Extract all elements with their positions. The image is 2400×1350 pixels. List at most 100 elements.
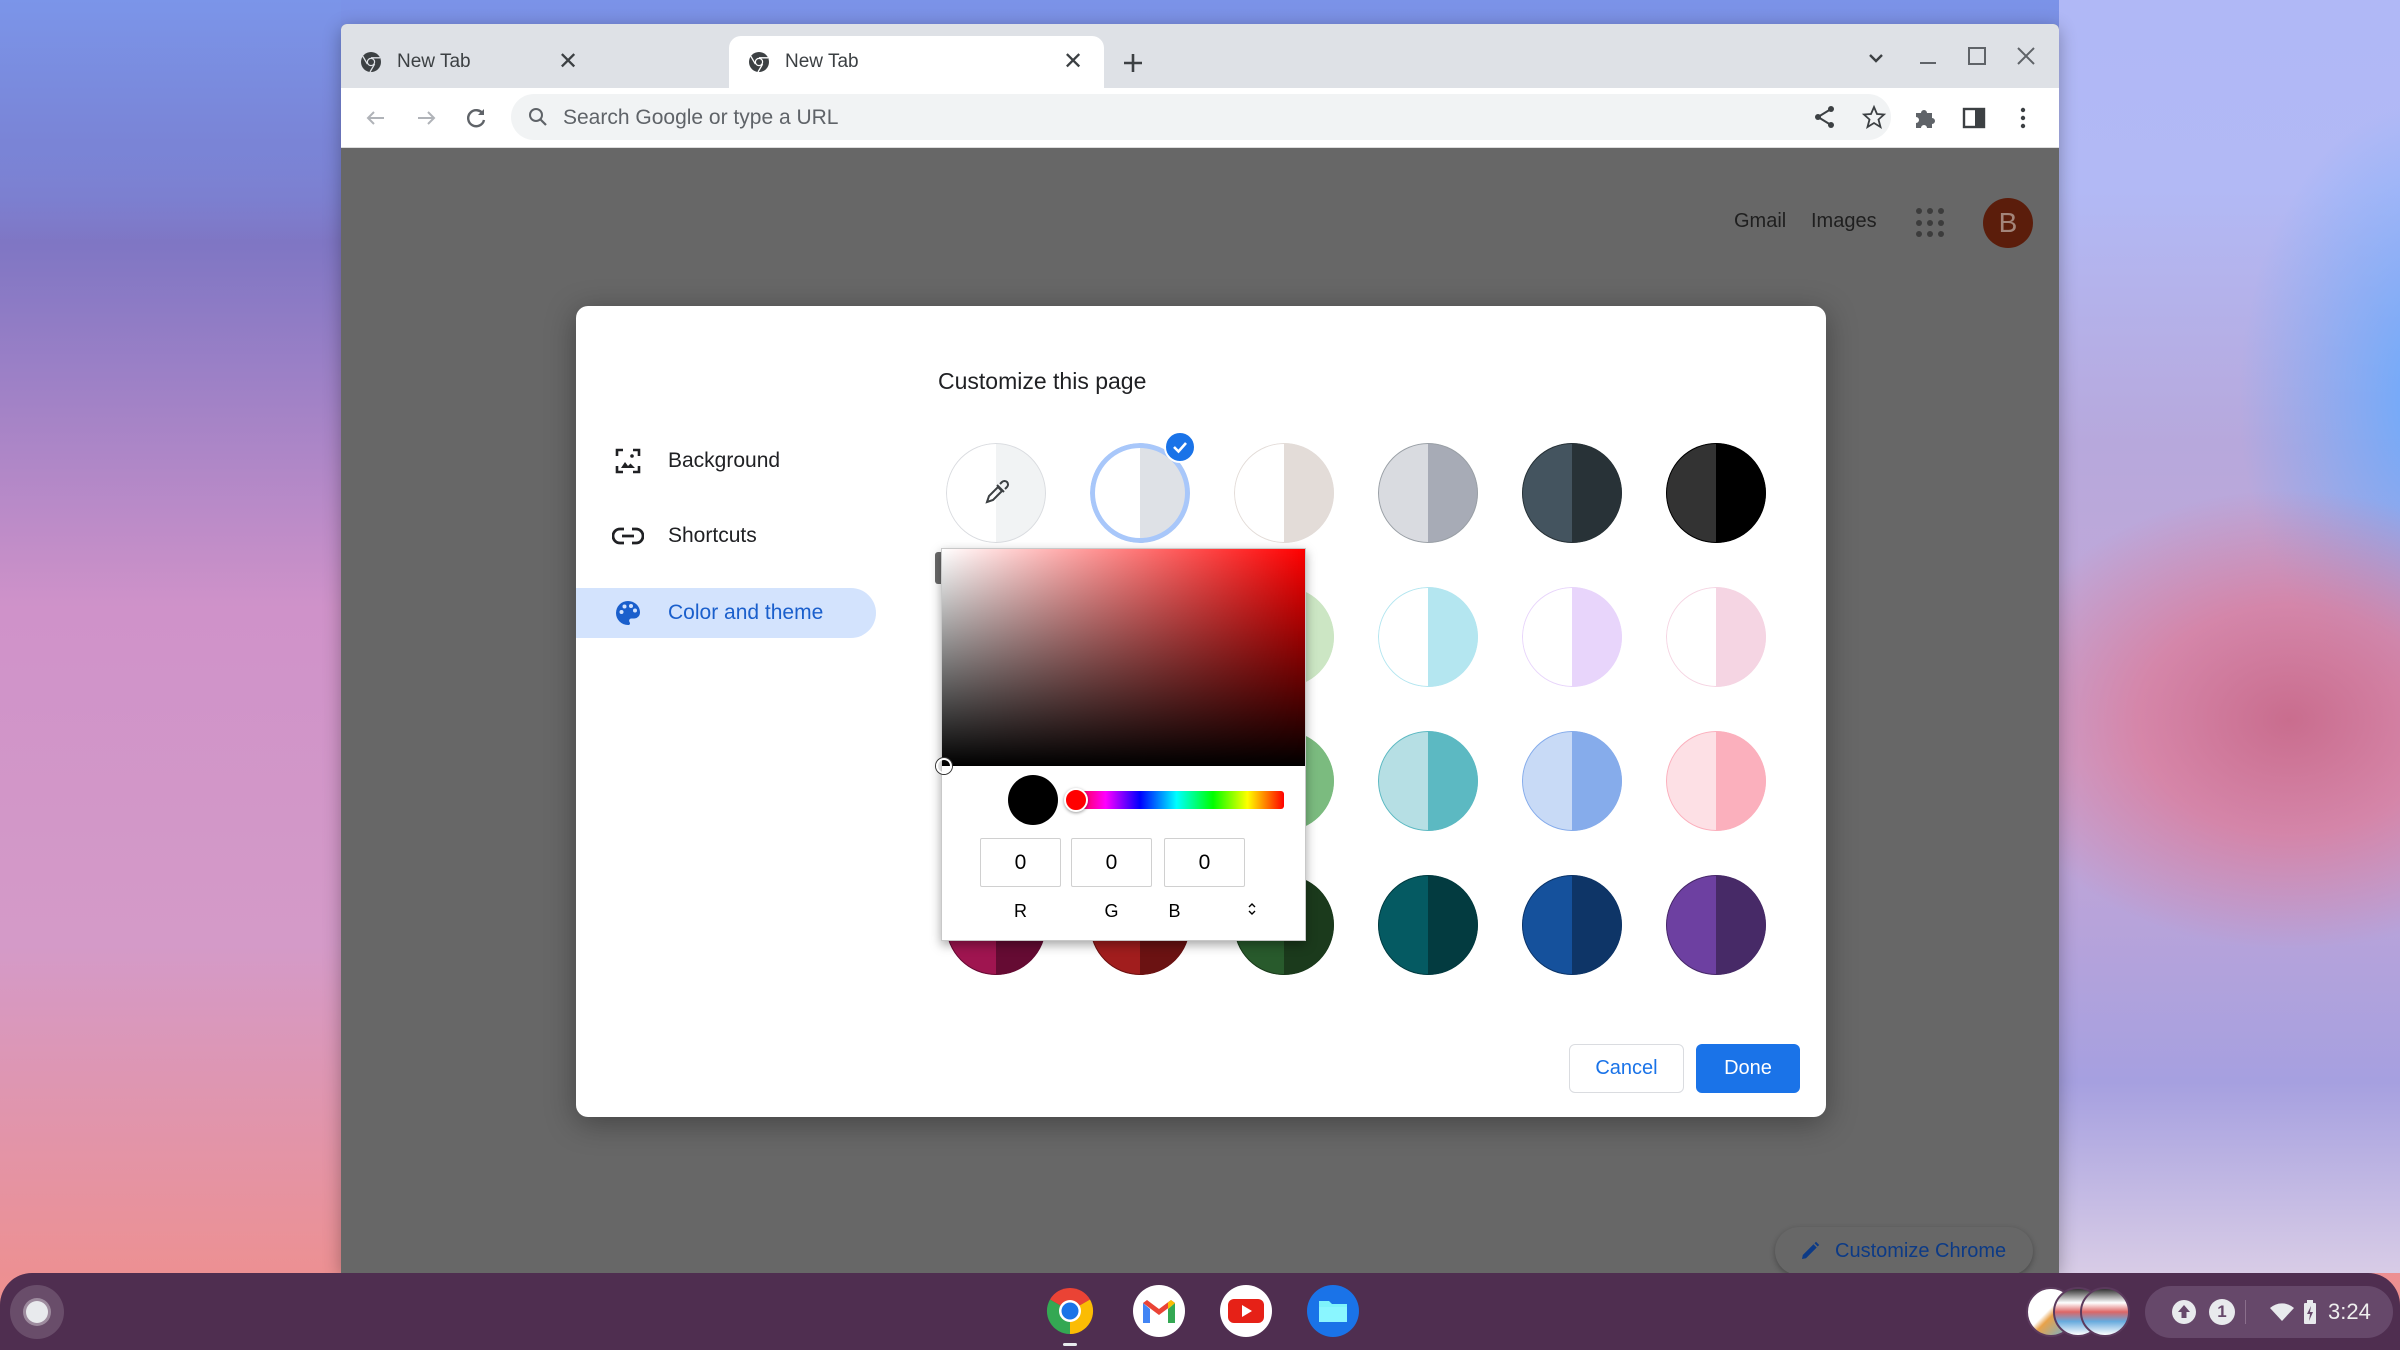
launcher-button[interactable] bbox=[10, 1285, 64, 1339]
theme-swatch-light-teal[interactable] bbox=[1378, 587, 1478, 687]
customize-chrome-button[interactable]: Customize Chrome bbox=[1775, 1227, 2033, 1273]
sv-handle[interactable] bbox=[936, 758, 952, 774]
shelf-app-gmail[interactable] bbox=[1133, 1285, 1185, 1337]
menu-icon bbox=[2020, 107, 2026, 129]
back-icon bbox=[366, 111, 384, 125]
theme-swatch-custom-color[interactable] bbox=[946, 443, 1046, 543]
tab-1[interactable]: New Tab ✕ bbox=[341, 36, 599, 88]
holding-space[interactable] bbox=[2026, 1287, 2130, 1337]
close-window-button[interactable] bbox=[2006, 38, 2046, 78]
eyedropper-icon bbox=[985, 479, 1010, 504]
done-button[interactable]: Done bbox=[1696, 1044, 1800, 1093]
sidebar-item-background[interactable]: Background bbox=[576, 436, 876, 486]
theme-swatch-midnight-blue[interactable] bbox=[1522, 443, 1622, 543]
forward-icon bbox=[418, 111, 436, 125]
selected-check-icon bbox=[1164, 431, 1196, 463]
reload-icon bbox=[467, 109, 486, 128]
green-input[interactable] bbox=[1071, 838, 1152, 887]
wallpaper-right bbox=[2059, 0, 2400, 1273]
apps-grid-icon bbox=[1916, 208, 1922, 214]
hue-slider-thumb[interactable] bbox=[1064, 788, 1088, 812]
swatch-ring bbox=[1522, 587, 1622, 687]
shelf-app-files[interactable] bbox=[1307, 1285, 1359, 1337]
blue-input[interactable] bbox=[1164, 838, 1245, 887]
red-input[interactable] bbox=[980, 838, 1061, 887]
images-link[interactable]: Images bbox=[1811, 210, 1877, 233]
sidebar-item-color-and-theme[interactable]: Color and theme bbox=[576, 588, 876, 638]
clock: 3:24 bbox=[2328, 1299, 2371, 1324]
omnibox[interactable]: Search Google or type a URL bbox=[511, 94, 1891, 140]
share-button[interactable] bbox=[1807, 99, 1843, 135]
swatch-ring bbox=[1522, 443, 1622, 543]
swatch-ring bbox=[1522, 731, 1622, 831]
swatch-ring bbox=[1666, 875, 1766, 975]
side-panel-button[interactable] bbox=[1956, 100, 1992, 136]
reload-button[interactable] bbox=[458, 100, 494, 136]
files-folder-icon bbox=[1319, 1301, 1347, 1322]
theme-swatch-light-blue[interactable] bbox=[1522, 731, 1622, 831]
blue-label: B bbox=[1168, 901, 1181, 921]
extensions-button[interactable] bbox=[1907, 100, 1943, 136]
minimize-icon bbox=[1920, 62, 1936, 64]
forward-button[interactable] bbox=[408, 100, 444, 136]
close-tab-icon[interactable]: ✕ bbox=[555, 49, 581, 75]
tray-separator bbox=[2245, 1300, 2246, 1324]
theme-swatch-light-purple[interactable] bbox=[1522, 587, 1622, 687]
bookmark-button[interactable] bbox=[1856, 99, 1892, 135]
sidebar-item-shortcuts[interactable]: Shortcuts bbox=[576, 511, 876, 561]
hue-slider[interactable] bbox=[1069, 791, 1284, 809]
swatch-ring bbox=[1666, 587, 1766, 687]
extensions-icon bbox=[1916, 110, 1935, 128]
link-icon bbox=[612, 520, 644, 552]
google-apps-button[interactable] bbox=[1916, 208, 1946, 238]
wallpaper bbox=[0, 0, 341, 240]
theme-swatch-cool-grey[interactable] bbox=[1378, 443, 1478, 543]
close-tab-icon[interactable]: ✕ bbox=[1060, 49, 1086, 75]
theme-swatch-light-pink[interactable] bbox=[1666, 731, 1766, 831]
running-indicator bbox=[1063, 1343, 1077, 1346]
maximize-button[interactable] bbox=[1957, 38, 1997, 78]
color-picker-popup: R G B bbox=[936, 548, 1306, 941]
minimize-button[interactable] bbox=[1908, 38, 1948, 78]
tab-title: New Tab bbox=[785, 51, 859, 72]
swatch-ring bbox=[1378, 731, 1478, 831]
shelf-app-youtube[interactable] bbox=[1220, 1285, 1272, 1337]
cancel-button[interactable]: Cancel bbox=[1569, 1044, 1684, 1093]
back-button[interactable] bbox=[358, 100, 394, 136]
toolbar: Search Google or type a URL bbox=[341, 88, 2059, 148]
saturation-value-area[interactable] bbox=[936, 549, 1305, 774]
wifi-icon bbox=[2270, 1303, 2294, 1321]
share-icon bbox=[1815, 106, 1834, 128]
tab-strip: New Tab ✕ New Tab ✕ bbox=[341, 24, 2059, 88]
new-tab-button[interactable] bbox=[1116, 46, 1150, 80]
avatar[interactable]: B bbox=[1983, 198, 2033, 248]
shelf-app-chrome[interactable] bbox=[1044, 1285, 1096, 1337]
swatch-ring bbox=[1378, 875, 1478, 975]
maximize-icon bbox=[1968, 47, 1986, 65]
palette-icon bbox=[612, 597, 644, 629]
tab-search-button[interactable] bbox=[1856, 38, 1896, 78]
theme-swatch-dark-teal[interactable] bbox=[1378, 875, 1478, 975]
swatch-ring bbox=[1666, 731, 1766, 831]
red-label: R bbox=[1014, 901, 1027, 921]
plus-icon bbox=[1124, 54, 1142, 72]
theme-swatch-pink[interactable] bbox=[1666, 587, 1766, 687]
theme-swatch-warm-grey[interactable] bbox=[1234, 443, 1334, 543]
theme-swatch-black[interactable] bbox=[1666, 443, 1766, 543]
swatch-ring bbox=[1234, 443, 1334, 543]
status-tray[interactable]: 1 3:24 bbox=[2145, 1286, 2393, 1338]
chrome-icon bbox=[1046, 1287, 1094, 1335]
swatch-ring bbox=[1378, 443, 1478, 543]
omnibox-placeholder: Search Google or type a URL bbox=[563, 106, 839, 129]
theme-swatch-purple[interactable] bbox=[1666, 875, 1766, 975]
chrome-menu-button[interactable] bbox=[2005, 100, 2041, 136]
theme-swatch-dark-blue[interactable] bbox=[1522, 875, 1622, 975]
gmail-link[interactable]: Gmail bbox=[1734, 210, 1786, 233]
theme-swatch-teal[interactable] bbox=[1378, 731, 1478, 831]
dialog-title: Customize this page bbox=[938, 368, 1147, 394]
current-color-preview bbox=[1008, 775, 1058, 825]
tab-2[interactable]: New Tab ✕ bbox=[729, 36, 1104, 88]
format-toggle-button[interactable] bbox=[1244, 901, 1260, 921]
holding-thumb bbox=[2080, 1287, 2130, 1337]
battery-charging-icon bbox=[2304, 1300, 2316, 1324]
